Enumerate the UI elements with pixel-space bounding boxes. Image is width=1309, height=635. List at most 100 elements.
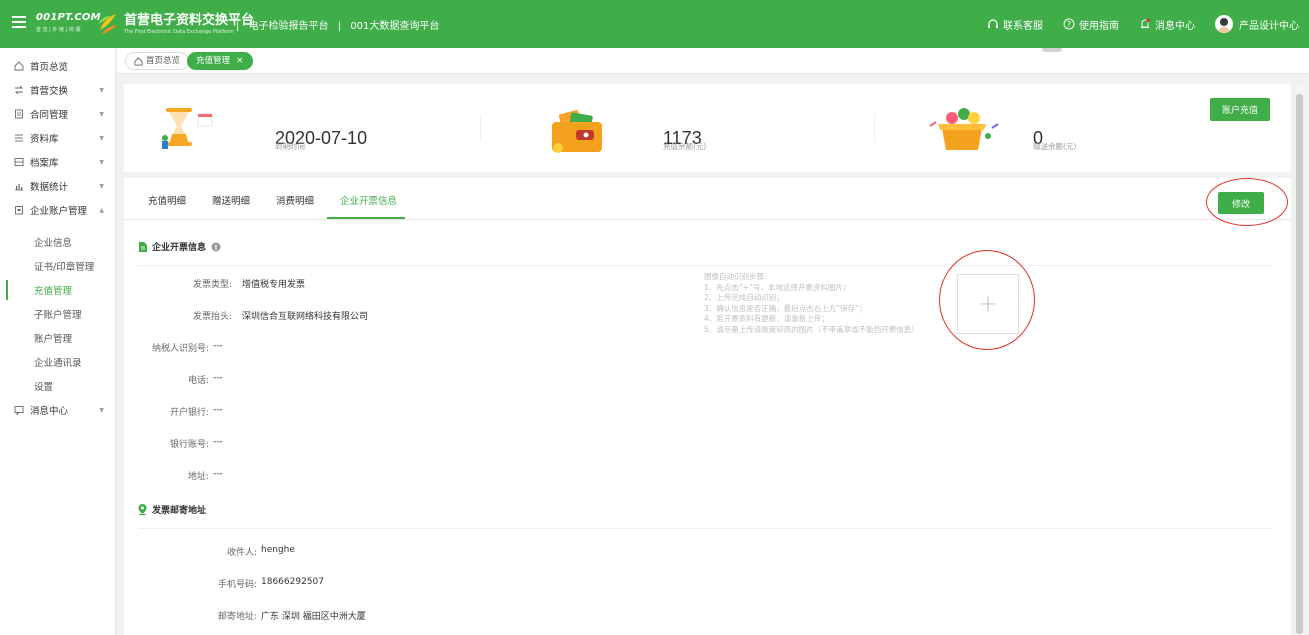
sidebar-item-contracts[interactable]: 合同管理 ▼ (0, 102, 116, 126)
sidebar-item-label: 档案库 (30, 158, 59, 169)
gift-box-icon (929, 108, 999, 150)
recharge-button[interactable]: 账户充值 (1210, 98, 1270, 121)
sidebar-subitem-recharge[interactable]: 充值管理 (0, 278, 116, 302)
detail-panel: 充值明细 赠送明细 消费明细 企业开票信息 修改 企业开票信息 ! 发票类型: … (124, 178, 1291, 635)
logo-text: 001PT.COM (36, 12, 101, 23)
logo[interactable]: 001PT.COM 首 音 | 外 链 | 商 服 (36, 10, 118, 38)
field-value: --- (213, 405, 223, 415)
sidebar-item-label: 合同管理 (30, 110, 69, 121)
top-link-inspection[interactable]: 电子检验报告平台 (249, 21, 329, 32)
sidebar-item-archive[interactable]: 档案库 ▼ (0, 150, 116, 174)
archive-icon (14, 158, 24, 166)
scrollbar-thumb[interactable] (1296, 94, 1303, 634)
chevron-down-icon: ▼ (99, 158, 104, 166)
sidebar: 首页总览 首营交换 ▼ 合同管理 ▼ 资料库 ▼ 档案库 ▼ 数据统计 ▼ 企业… (0, 48, 116, 635)
tab-label: 首页总览 (146, 56, 181, 66)
sidebar-item-library[interactable]: 资料库 ▼ (0, 126, 116, 150)
platform-title: 首营电子资料交换平台 The First Electronic Data Exc… (124, 9, 254, 35)
tab-home[interactable]: 首页总览 (125, 52, 190, 70)
field-value: --- (213, 469, 223, 479)
list-icon (15, 134, 23, 142)
leaf-logo-icon (98, 14, 117, 34)
field-key: 纳税人识别号: (151, 344, 209, 354)
guide-label: 使用指南 (1079, 20, 1119, 32)
page-scrollbar[interactable] (1296, 84, 1303, 635)
chevron-up-icon: ▲ (99, 206, 104, 214)
tabs-divider (124, 219, 1291, 220)
field-key: 电话: (187, 376, 209, 386)
location-pin-icon (138, 504, 147, 515)
tab-invoice-info[interactable]: 企业开票信息 (340, 193, 397, 207)
sidebar-subitem-label: 账户管理 (34, 334, 73, 345)
collapse-handle[interactable] (1042, 48, 1062, 52)
messages-link[interactable]: 消息中心 (1139, 17, 1195, 32)
field-key: 手机号码: (217, 580, 257, 590)
guide-link[interactable]: ? 使用指南 (1063, 17, 1119, 32)
field-key: 发票抬头: (192, 312, 232, 322)
upload-instructions: 图像自动识别步骤: 1、先点击“+”号，本地选择开票资料图片； 2、上传完成自动… (704, 272, 919, 335)
logo-subtext: 首 音 | 外 链 | 商 服 (36, 27, 81, 33)
contract-icon (15, 109, 23, 119)
tab-recharge[interactable]: 充值管理 × (187, 52, 253, 70)
sidebar-subitem-subaccounts[interactable]: 子账户管理 (0, 302, 116, 326)
top-link-bigdata[interactable]: 001大数据查询平台 (350, 21, 439, 32)
sidebar-subitem-label: 子账户管理 (34, 310, 82, 321)
top-link-separator: | (236, 21, 240, 32)
tab-consumption-details[interactable]: 消费明细 (276, 193, 314, 207)
field-key: 发票类型: (192, 280, 232, 290)
sidebar-item-exchange[interactable]: 首营交换 ▼ (0, 78, 116, 102)
sidebar-item-label: 资料库 (30, 134, 59, 145)
message-icon (14, 406, 24, 415)
divider (480, 114, 481, 142)
menu-toggle-icon[interactable] (12, 16, 26, 28)
recharge-label: 充值余额(元) (663, 142, 707, 151)
hourglass-icon (162, 108, 213, 149)
info-icon[interactable]: ! (211, 242, 221, 252)
sidebar-item-account[interactable]: 企业账户管理 ▲ (0, 198, 116, 222)
sidebar-subitem-contacts[interactable]: 企业通讯录 (0, 350, 116, 374)
user-menu[interactable]: 产品设计中心 (1215, 15, 1299, 33)
sidebar-item-label: 企业账户管理 (30, 206, 88, 217)
tip-line: 1、先点击“+”号，本地选择开票资料图片； (704, 282, 851, 292)
field-value: 增值税专用发票 (242, 280, 306, 290)
sidebar-item-label: 首营交换 (30, 86, 69, 97)
field-key: 开户银行: (169, 408, 209, 418)
sidebar-subitem-label: 设置 (34, 382, 54, 393)
gift-label: 赠送余额(元) (1033, 142, 1077, 151)
messages-label: 消息中心 (1155, 20, 1195, 32)
tab-gift-details[interactable]: 赠送明细 (212, 193, 250, 207)
help-icon: ? (1063, 18, 1075, 30)
tip-line: 3、确认信息是否正确，最后点击右上方“保存”； (704, 303, 867, 313)
sidebar-subitem-account-mgmt[interactable]: 账户管理 (0, 326, 116, 350)
platform-name: 首营电子资料交换平台 (124, 13, 255, 28)
close-icon[interactable]: × (236, 53, 244, 69)
highlight-circle (939, 250, 1035, 350)
service-link[interactable]: 联系客服 (987, 17, 1043, 32)
exchange-icon (14, 85, 24, 95)
avatar (1215, 15, 1233, 33)
field-value: henghe (261, 545, 295, 555)
top-right-menu: 联系客服 ? 使用指南 消息中心 产品设计中心 (967, 0, 1299, 48)
field-key: 地址: (187, 472, 209, 482)
top-bar: 001PT.COM 首 音 | 外 链 | 商 服 首营电子资料交换平台 The… (0, 0, 1309, 48)
tip-line: 5、请尽量上传清晰度较高的图片（不带盖章或不能挡开票信息） (704, 324, 919, 334)
document-icon (139, 241, 147, 252)
field-key: 收件人: (226, 548, 257, 558)
sidebar-subitem-certificates[interactable]: 证书/印章管理 (0, 254, 116, 278)
sidebar-subitem-label: 充值管理 (34, 286, 73, 297)
mail-section-label: 发票邮寄地址 (152, 506, 207, 516)
field-key: 邮寄地址: (217, 612, 257, 622)
expire-stat: 2020-07-10 到期时间 (124, 84, 484, 172)
sidebar-subitem-company-info[interactable]: 企业信息 (0, 230, 116, 254)
headset-icon (988, 19, 998, 28)
sidebar-item-statistics[interactable]: 数据统计 ▼ (0, 174, 116, 198)
tab-recharge-details[interactable]: 充值明细 (148, 193, 186, 207)
sidebar-item-home[interactable]: 首页总览 (0, 54, 116, 78)
bar-chart-icon (15, 184, 23, 191)
field-value: 深圳信合互联网络科技有限公司 (242, 312, 369, 322)
sidebar-item-messages[interactable]: 消息中心 ▼ (0, 398, 116, 422)
svg-text:!: ! (214, 244, 217, 252)
home-icon (134, 56, 143, 66)
sidebar-subitem-settings[interactable]: 设置 (0, 374, 116, 398)
tip-line: 4、若开票资料有更新，请重新上传； (704, 314, 829, 323)
